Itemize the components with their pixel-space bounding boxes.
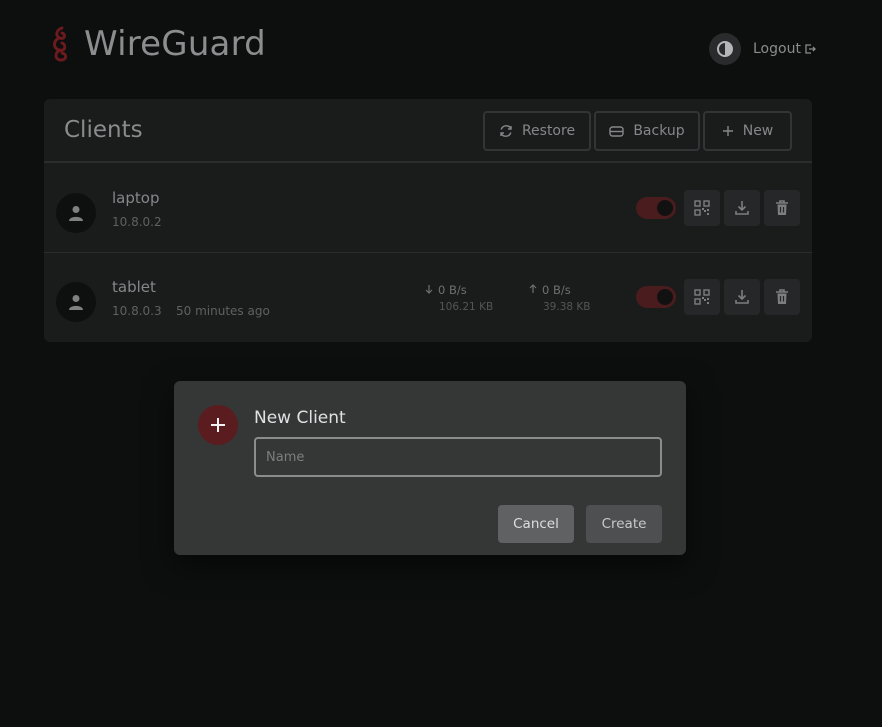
clients-title: Clients: [64, 117, 143, 143]
restore-button[interactable]: Restore: [483, 111, 591, 151]
theme-toggle-icon: [717, 41, 733, 57]
trash-icon: [776, 289, 788, 304]
logout-label: Logout: [753, 41, 801, 57]
download-stats: 0 B/s 106.21 KB: [424, 283, 493, 313]
download-icon: [735, 201, 749, 215]
new-client-dialog: New Client Cancel Create: [174, 381, 686, 555]
client-last-seen: 50 minutes ago: [176, 304, 270, 318]
download-total: 106.21 KB: [439, 301, 494, 313]
delete-client-button[interactable]: [764, 190, 800, 226]
client-ip: 10.8.0.2: [112, 215, 162, 229]
download-config-button[interactable]: [724, 190, 760, 226]
app: WireGuard Logout Clients Restore Backup …: [0, 0, 882, 727]
app-title: WireGuard: [84, 24, 266, 64]
dialog-icon: [198, 405, 238, 445]
dialog-title: New Client: [254, 408, 346, 428]
avatar: [56, 282, 96, 322]
upload-stats: 0 B/s 39.38 KB: [528, 283, 591, 313]
clients-card-header: Clients Restore Backup New: [44, 99, 812, 163]
user-icon: [69, 295, 83, 310]
client-name: laptop: [112, 189, 160, 207]
avatar: [56, 193, 96, 233]
client-ip: 10.8.0.3: [112, 304, 162, 318]
client-enable-toggle[interactable]: [636, 197, 676, 219]
client-name-input[interactable]: [254, 437, 662, 477]
refresh-icon: [500, 125, 512, 137]
new-client-button[interactable]: New: [703, 111, 792, 151]
arrow-down-icon: [424, 283, 438, 297]
new-label: New: [742, 123, 774, 139]
client-row: tablet 10.8.0.3 50 minutes ago 0 B/s 106…: [44, 254, 812, 342]
backup-button[interactable]: Backup: [594, 111, 700, 151]
user-icon: [69, 206, 83, 221]
upload-rate: 0 B/s: [542, 283, 571, 297]
logout-button[interactable]: Logout: [753, 40, 816, 58]
backup-label: Backup: [633, 123, 685, 139]
clients-card: Clients Restore Backup New laptop 10.8.0…: [44, 99, 812, 342]
restore-label: Restore: [521, 123, 576, 139]
client-enable-toggle[interactable]: [636, 286, 676, 308]
logout-icon: [805, 44, 816, 54]
trash-icon: [776, 200, 788, 215]
download-icon: [735, 290, 749, 304]
show-qr-button[interactable]: [684, 279, 720, 315]
download-rate: 0 B/s: [438, 283, 467, 297]
qr-code-icon: [694, 200, 710, 216]
plus-icon: [722, 126, 733, 136]
arrow-up-icon: [528, 283, 542, 297]
wireguard-logo: [53, 26, 68, 62]
toggle-knob: [657, 289, 673, 305]
client-row: laptop 10.8.0.2: [44, 165, 812, 253]
delete-client-button[interactable]: [764, 279, 800, 315]
upload-total: 39.38 KB: [543, 301, 591, 313]
create-button[interactable]: Create: [586, 505, 662, 543]
toggle-knob: [657, 200, 673, 216]
show-qr-button[interactable]: [684, 190, 720, 226]
archive-icon: [609, 125, 625, 137]
plus-icon: [211, 418, 225, 432]
download-config-button[interactable]: [724, 279, 760, 315]
client-name: tablet: [112, 278, 156, 296]
theme-toggle-button[interactable]: [709, 33, 741, 65]
brand: WireGuard: [50, 22, 266, 66]
cancel-button[interactable]: Cancel: [498, 505, 574, 543]
qr-code-icon: [694, 289, 710, 305]
